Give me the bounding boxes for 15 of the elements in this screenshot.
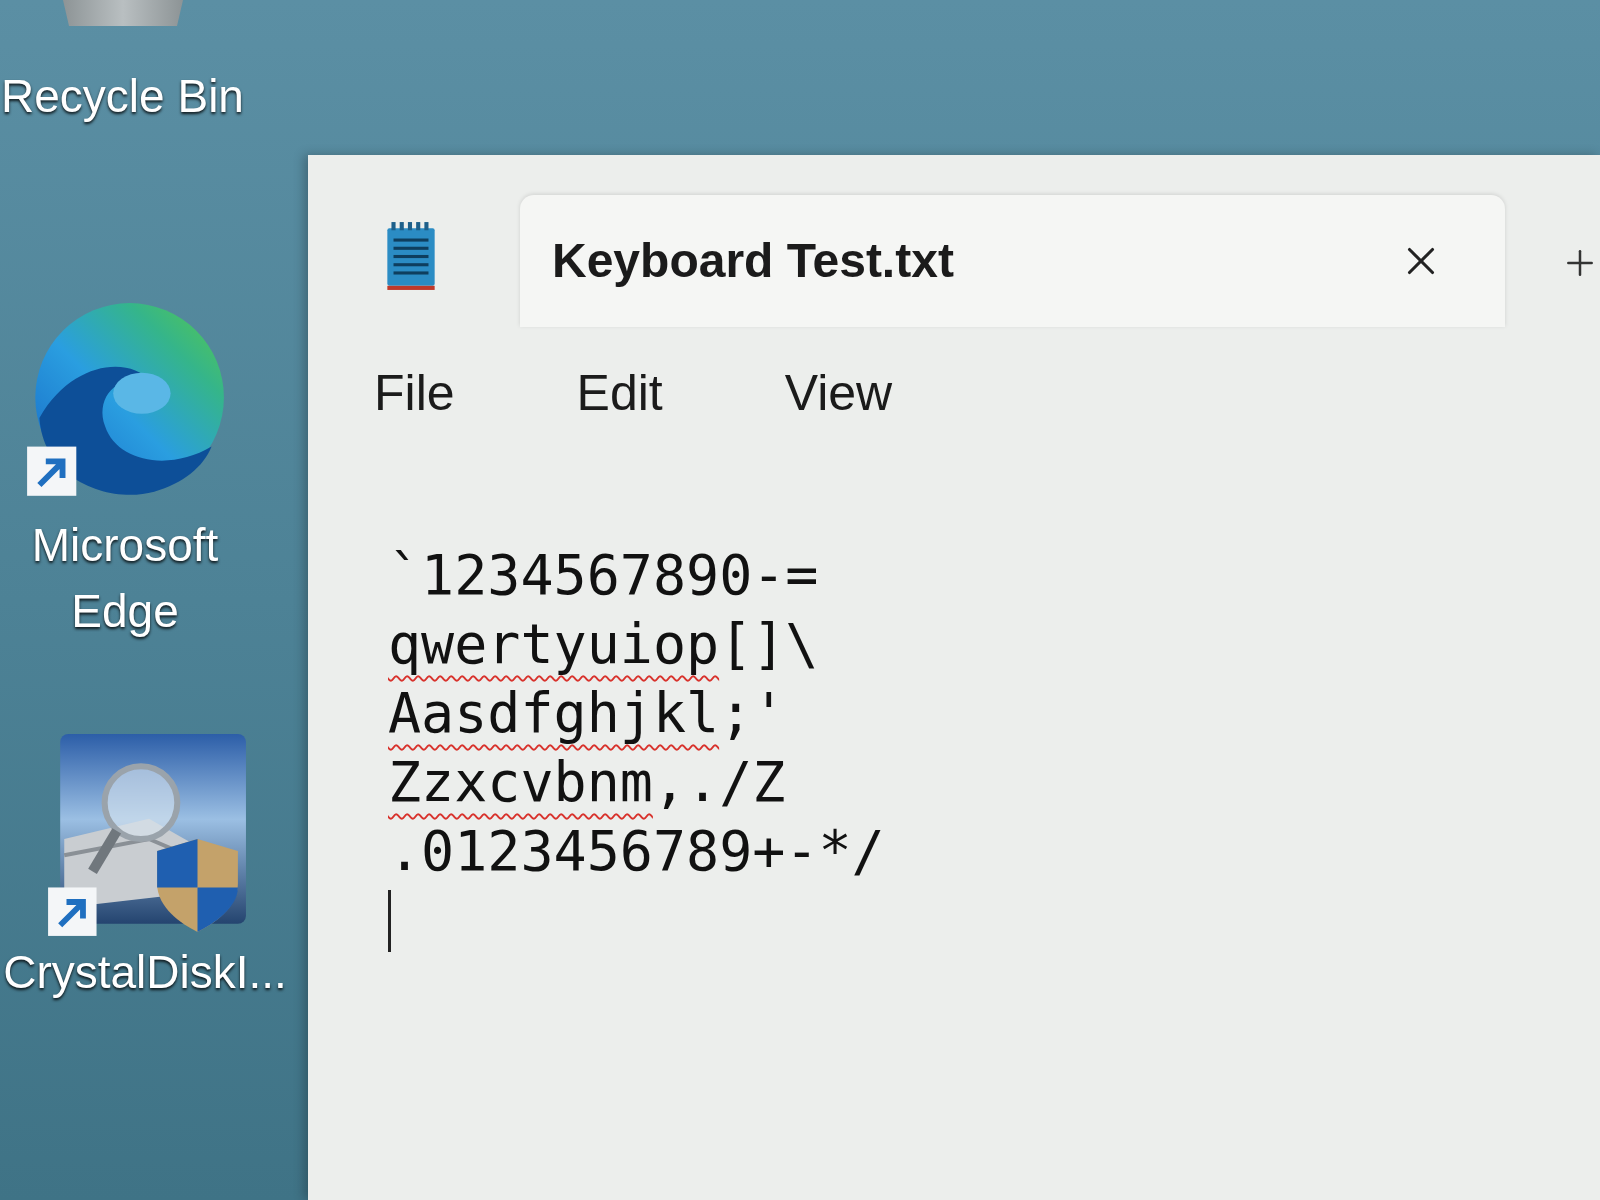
text-line: .0123456789+-*/ — [388, 818, 885, 885]
text-line: Zzxcvbnm,./Z — [388, 749, 786, 816]
text-line: qwertyuiop[]\ — [388, 611, 819, 678]
desktop-icon-label[interactable]: CrystalDiskI... — [3, 944, 287, 1000]
menu-item[interactable]: File — [374, 363, 455, 423]
file-tab[interactable]: Keyboard Test.txt — [520, 195, 1505, 327]
menu-item[interactable]: Edit — [576, 363, 663, 423]
text-line: Aasdfghjkl;' — [388, 680, 786, 747]
menu-item[interactable]: View — [784, 363, 893, 423]
desktop-icon-label[interactable]: Recycle Bin — [1, 68, 244, 124]
text-line: `1234567890-= — [388, 542, 819, 609]
text-area[interactable]: `1234567890-= qwertyuiop[]\ Aasdfghjkl;' Zzxcvbnm,./Z .0123456789+-*/ — [308, 467, 1600, 1200]
text-cursor — [388, 890, 391, 952]
notepad-icon — [385, 220, 437, 292]
desktop-icon-label[interactable]: Microsoft Edge — [0, 512, 250, 644]
